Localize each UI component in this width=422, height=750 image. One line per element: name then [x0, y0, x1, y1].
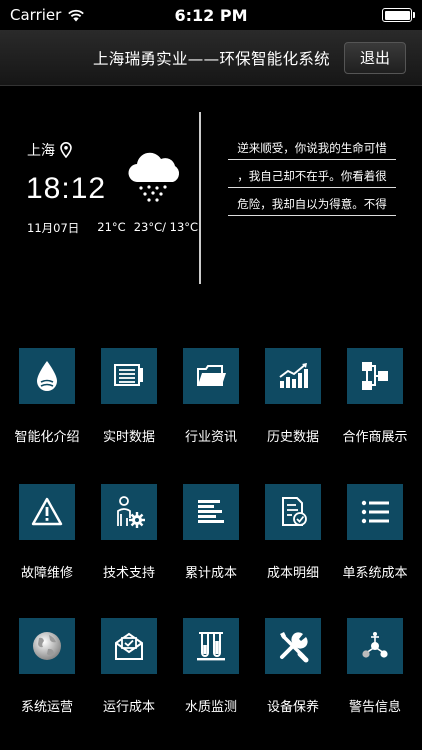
menu-item-label: 累计成本	[184, 566, 237, 581]
quote-block: 逆来顺受，你说我的生命可惜 ，我自己却不在乎。你看着很 危险，我却自以为得意。不…	[228, 138, 396, 222]
menu-item-label: 设备保养	[266, 700, 319, 715]
menu-item-realtime-data[interactable]: 实时数据	[88, 348, 170, 445]
menu-item-cost-detail[interactable]: 成本明细	[252, 484, 334, 581]
weather-date: 11月07日	[27, 221, 80, 235]
flowchart-icon	[362, 362, 388, 390]
network-icon	[362, 632, 388, 658]
list-icon	[361, 500, 389, 524]
weather-widget: 上海 18:12 11月07日 21°C 23°C/ 13°C 逆来顺受，你说我…	[0, 112, 422, 284]
quote-line: 逆来顺受，你说我的生命可惜	[228, 138, 396, 160]
water-drop-icon	[37, 361, 57, 391]
menu-item-fault-repair[interactable]: 故障维修	[6, 484, 88, 581]
test-tubes-icon	[197, 632, 225, 661]
document-check-icon	[282, 497, 307, 526]
menu-item-running-cost[interactable]: 运行成本	[88, 618, 170, 715]
tools-icon	[280, 632, 309, 663]
logout-button[interactable]: 退出	[344, 41, 406, 74]
menu-item-label: 系统运营	[20, 700, 73, 715]
menu-item-label: 历史数据	[266, 430, 319, 445]
folder-icon	[197, 365, 226, 386]
menu-item-history-data[interactable]: 历史数据	[252, 348, 334, 445]
menu-item-water-quality[interactable]: 水质监测	[170, 618, 252, 715]
chart-icon	[279, 363, 308, 388]
technician-icon	[117, 496, 145, 528]
app-header: 上海瑞勇实业——环保智能化系统 退出	[0, 30, 422, 86]
current-temp: 21°C	[97, 220, 126, 234]
menu-item-label: 行业资讯	[184, 430, 237, 445]
quote-line: ，我自己却不在乎。你看着很	[228, 166, 396, 188]
menu-item-label: 智能化介绍	[14, 430, 80, 445]
menu-item-label: 合作商展示	[342, 430, 408, 445]
menu-item-label: 成本明细	[266, 566, 319, 581]
menu-item-warning-info[interactable]: 警告信息	[334, 618, 416, 715]
date-row: 11月07日 21°C 23°C/ 13°C	[27, 220, 198, 236]
weather-time: 18:12	[26, 172, 107, 205]
carrier-label: Carrier	[10, 6, 62, 24]
warning-icon	[31, 497, 63, 526]
menu-item-partners[interactable]: 合作商展示	[334, 348, 416, 445]
menu-item-label: 警告信息	[348, 700, 401, 715]
temp-range: 23°C/ 13°C	[133, 220, 199, 234]
envelope-icon	[115, 632, 143, 660]
menu-item-label: 实时数据	[102, 430, 155, 445]
quote-line: 危险，我却自以为得意。不得	[228, 194, 396, 216]
city-name: 上海	[27, 143, 55, 159]
menu-item-label: 技术支持	[102, 566, 155, 581]
menu-item-tech-support[interactable]: 技术支持	[88, 484, 170, 581]
text-lines-icon	[198, 500, 224, 523]
page-title: 上海瑞勇实业——环保智能化系统	[92, 49, 330, 68]
menu-item-label: 单系统成本	[342, 566, 408, 581]
weather-divider	[199, 112, 201, 284]
wifi-icon	[68, 9, 85, 21]
monitor-icon	[114, 364, 143, 386]
globe-icon	[33, 632, 61, 660]
menu-item-single-system-cost[interactable]: 单系统成本	[334, 484, 416, 581]
menu-item-label: 故障维修	[20, 566, 73, 581]
menu-item-label: 运行成本	[102, 700, 155, 715]
menu-item-equipment-maintenance[interactable]: 设备保养	[252, 618, 334, 715]
rain-cloud-icon	[128, 152, 180, 202]
menu-item-intelligence-intro[interactable]: 智能化介绍	[6, 348, 88, 445]
city-row[interactable]: 上海	[27, 140, 72, 160]
battery-icon	[382, 8, 415, 22]
menu-item-system-operation[interactable]: 系统运营	[6, 618, 88, 715]
status-bar: Carrier 6:12 PM	[0, 0, 422, 30]
location-pin-icon	[60, 142, 72, 158]
menu-item-industry-news[interactable]: 行业资讯	[170, 348, 252, 445]
menu-item-cumulative-cost[interactable]: 累计成本	[170, 484, 252, 581]
menu-item-label: 水质监测	[184, 700, 237, 715]
